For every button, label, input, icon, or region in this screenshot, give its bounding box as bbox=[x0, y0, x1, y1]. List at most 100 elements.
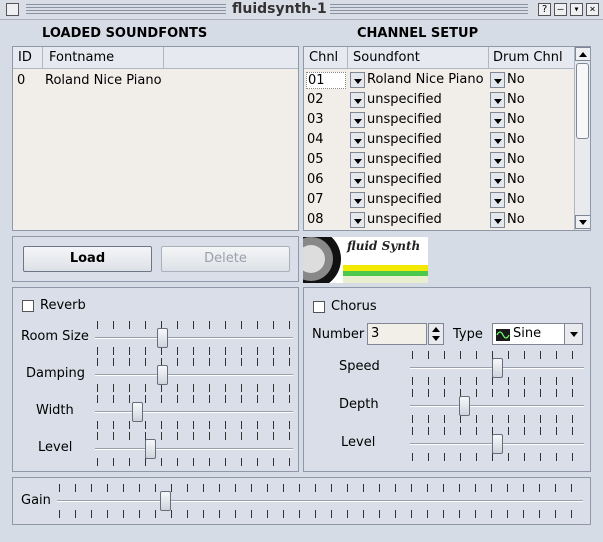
slider-thumb[interactable] bbox=[160, 491, 171, 511]
gain-slider[interactable] bbox=[57, 482, 583, 520]
channel-drum[interactable]: No bbox=[507, 72, 525, 87]
drum-dropdown-button[interactable] bbox=[490, 212, 505, 228]
scroll-thumb[interactable] bbox=[576, 63, 589, 139]
number-spin-buttons[interactable] bbox=[428, 323, 444, 345]
table-row[interactable]: 08 unspecified No bbox=[304, 211, 574, 230]
table-row[interactable]: 01 Roland Nice Piano No bbox=[304, 71, 574, 91]
slider-ticks bbox=[97, 358, 291, 366]
table-row[interactable]: 0 Roland Nice Piano bbox=[13, 71, 298, 91]
channel-soundfont[interactable]: unspecified bbox=[367, 152, 442, 167]
channel-soundfont[interactable]: unspecified bbox=[367, 112, 442, 127]
width-slider[interactable] bbox=[95, 393, 293, 431]
slider-track[interactable] bbox=[95, 374, 293, 376]
channel-drum[interactable]: No bbox=[507, 132, 525, 147]
soundfont-dropdown-button[interactable] bbox=[350, 192, 365, 208]
soundfont-dropdown-button[interactable] bbox=[350, 92, 365, 108]
column-id[interactable]: ID bbox=[18, 50, 32, 65]
depth-slider[interactable] bbox=[410, 387, 584, 425]
delete-button[interactable]: Delete bbox=[161, 246, 290, 272]
slider-track[interactable] bbox=[410, 405, 584, 407]
slider-thumb[interactable] bbox=[157, 365, 168, 385]
channel-drum[interactable]: No bbox=[507, 152, 525, 167]
slider-thumb[interactable] bbox=[492, 358, 503, 378]
window-menu-button[interactable] bbox=[6, 3, 19, 16]
load-button[interactable]: Load bbox=[23, 246, 152, 272]
soundfont-dropdown-button[interactable] bbox=[350, 132, 365, 148]
damping-slider[interactable] bbox=[95, 356, 293, 394]
soundfont-table[interactable]: ID Fontname 0 Roland Nice Piano bbox=[12, 46, 299, 231]
channel-soundfont[interactable]: unspecified bbox=[367, 132, 442, 147]
table-row[interactable]: 05 unspecified No bbox=[304, 151, 574, 171]
scroll-down-button[interactable] bbox=[575, 215, 590, 229]
close-button[interactable]: × bbox=[586, 3, 599, 16]
table-row[interactable]: 04 unspecified No bbox=[304, 131, 574, 151]
channel-drum[interactable]: No bbox=[507, 192, 525, 207]
title-bar[interactable]: fluidsynth-1 ? – ▾ × bbox=[0, 0, 603, 20]
slider-thumb[interactable] bbox=[145, 439, 156, 459]
slider-track[interactable] bbox=[95, 337, 293, 339]
table-row[interactable]: 03 unspecified No bbox=[304, 111, 574, 131]
chorus-level-slider[interactable] bbox=[410, 425, 584, 463]
reverb-level-label: Level bbox=[38, 440, 73, 455]
slider-track[interactable] bbox=[95, 448, 293, 450]
channel-soundfont[interactable]: unspecified bbox=[367, 192, 442, 207]
number-spinbox[interactable]: 3 bbox=[367, 323, 427, 345]
channel-soundfont[interactable]: unspecified bbox=[367, 92, 442, 107]
channel-table[interactable]: Chnl Soundfont Drum Chnl 01 Roland Nice P… bbox=[303, 46, 591, 231]
channel-soundfont[interactable]: Roland Nice Piano bbox=[367, 72, 484, 87]
drum-dropdown-button[interactable] bbox=[490, 72, 505, 88]
slider-ticks bbox=[412, 453, 582, 461]
reverb-label[interactable]: Reverb bbox=[40, 298, 86, 313]
help-button[interactable]: ? bbox=[538, 3, 551, 16]
drum-dropdown-button[interactable] bbox=[490, 132, 505, 148]
shade-button[interactable]: ▾ bbox=[570, 3, 583, 16]
drum-dropdown-button[interactable] bbox=[490, 112, 505, 128]
column-chnl[interactable]: Chnl bbox=[309, 50, 338, 65]
room-size-slider[interactable] bbox=[95, 319, 293, 357]
channel-drum[interactable]: No bbox=[507, 212, 525, 227]
chorus-checkbox[interactable] bbox=[313, 301, 325, 313]
slider-ticks bbox=[97, 384, 291, 392]
speed-slider[interactable] bbox=[410, 349, 584, 387]
channel-drum[interactable]: No bbox=[507, 172, 525, 187]
soundfont-dropdown-button[interactable] bbox=[350, 212, 365, 228]
reverb-checkbox[interactable] bbox=[22, 300, 34, 312]
reverb-level-slider[interactable] bbox=[95, 430, 293, 468]
channel-drum[interactable]: No bbox=[507, 92, 525, 107]
number-label: Number bbox=[312, 327, 365, 342]
soundfont-dropdown-button[interactable] bbox=[350, 172, 365, 188]
number-value[interactable]: 3 bbox=[371, 326, 379, 341]
channel-drum[interactable]: No bbox=[507, 112, 525, 127]
channel-soundfont[interactable]: unspecified bbox=[367, 212, 442, 227]
button-bar: Load Delete bbox=[12, 236, 299, 282]
fluidsynth-logo: fluid Synth bbox=[303, 237, 428, 283]
type-dropdown-button[interactable] bbox=[564, 324, 582, 344]
column-fontname[interactable]: Fontname bbox=[49, 50, 114, 65]
slider-ticks bbox=[412, 415, 582, 423]
table-row[interactable]: 07 unspecified No bbox=[304, 191, 574, 211]
channel-scrollbar[interactable] bbox=[574, 47, 590, 230]
slider-track[interactable] bbox=[95, 411, 293, 413]
soundfont-dropdown-button[interactable] bbox=[350, 72, 365, 88]
column-soundfont[interactable]: Soundfont bbox=[353, 50, 420, 65]
chorus-label[interactable]: Chorus bbox=[331, 299, 377, 314]
drum-dropdown-button[interactable] bbox=[490, 192, 505, 208]
table-row[interactable]: 02 unspecified No bbox=[304, 91, 574, 111]
soundfont-dropdown-button[interactable] bbox=[350, 112, 365, 128]
drum-dropdown-button[interactable] bbox=[490, 152, 505, 168]
slider-thumb[interactable] bbox=[459, 396, 470, 416]
minimize-button[interactable]: – bbox=[554, 3, 567, 16]
channel-soundfont[interactable]: unspecified bbox=[367, 172, 442, 187]
slider-thumb[interactable] bbox=[132, 402, 143, 422]
table-row[interactable]: 06 unspecified No bbox=[304, 171, 574, 191]
soundfont-dropdown-button[interactable] bbox=[350, 152, 365, 168]
drum-dropdown-button[interactable] bbox=[490, 92, 505, 108]
column-drum-chnl[interactable]: Drum Chnl bbox=[493, 50, 563, 65]
slider-thumb[interactable] bbox=[492, 434, 503, 454]
scroll-up-button[interactable] bbox=[575, 47, 590, 61]
slider-ticks bbox=[97, 321, 291, 329]
type-combobox[interactable]: Sine bbox=[492, 323, 583, 345]
drum-dropdown-button[interactable] bbox=[490, 172, 505, 188]
slider-track[interactable] bbox=[57, 500, 583, 502]
slider-thumb[interactable] bbox=[157, 328, 168, 348]
